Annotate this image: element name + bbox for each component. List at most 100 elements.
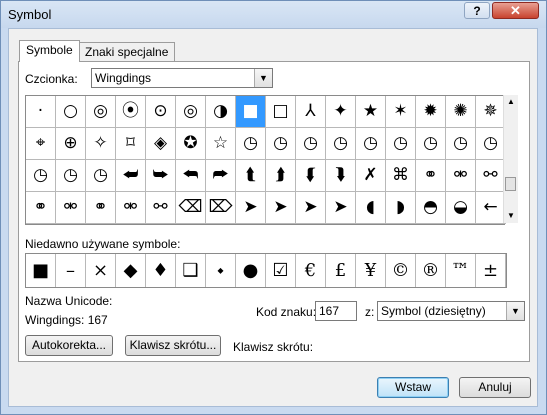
symbol-cell[interactable]: ⚮: [446, 160, 476, 192]
symbol-cell[interactable]: ○: [56, 96, 86, 128]
recent-symbol-cell[interactable]: ™: [446, 254, 476, 287]
symbol-cell[interactable]: ⮭: [266, 160, 296, 192]
symbol-cell[interactable]: ⚭: [26, 192, 56, 224]
cancel-button[interactable]: Anuluj: [459, 377, 531, 398]
symbol-cell[interactable]: ◓: [416, 192, 446, 224]
symbol-cell[interactable]: □: [266, 96, 296, 128]
symbol-cell[interactable]: ✗: [356, 160, 386, 192]
char-code-label: Kod znaku:: [256, 305, 317, 319]
symbol-cell[interactable]: ⮫: [206, 160, 236, 192]
symbol-cell[interactable]: ✦: [326, 96, 356, 128]
symbol-cell[interactable]: ➤: [236, 192, 266, 224]
symbol-cell[interactable]: ◖: [356, 192, 386, 224]
help-button[interactable]: ?: [464, 2, 490, 19]
symbol-cell[interactable]: ⚮: [56, 192, 86, 224]
recent-symbol-cell[interactable]: ■: [26, 254, 56, 287]
tab-symbols[interactable]: Symbole: [19, 40, 80, 62]
symbol-cell[interactable]: ◎: [176, 96, 206, 128]
symbol-cell[interactable]: ⚮: [116, 192, 146, 224]
symbol-cell[interactable]: ⮩: [146, 160, 176, 192]
symbol-cell[interactable]: ✧: [86, 128, 116, 160]
symbol-cell[interactable]: ◷: [296, 128, 326, 160]
symbol-cell[interactable]: ◷: [356, 128, 386, 160]
recent-symbol-cell[interactable]: ♦: [146, 254, 176, 287]
scroll-down-icon[interactable]: ▼: [507, 211, 515, 220]
symbol-cell[interactable]: ➤: [266, 192, 296, 224]
symbol-cell[interactable]: ⦿: [116, 96, 146, 128]
unicode-name-label: Nazwa Unicode:: [25, 294, 113, 308]
shortcut-key-button[interactable]: Klawisz skrótu...: [125, 335, 221, 356]
close-button[interactable]: ✕: [492, 2, 539, 19]
char-code-input[interactable]: 167: [315, 301, 357, 321]
symbol-cell[interactable]: ◷: [86, 160, 116, 192]
symbol-cell[interactable]: ⌑: [116, 128, 146, 160]
recent-symbol-cell[interactable]: €: [296, 254, 326, 287]
symbol-cell[interactable]: ✪: [176, 128, 206, 160]
symbol-cell[interactable]: ⮨: [116, 160, 146, 192]
symbol-cell[interactable]: ◎: [86, 96, 116, 128]
chevron-down-icon[interactable]: ▼: [506, 302, 524, 320]
symbol-cell[interactable]: ✵: [476, 96, 506, 128]
symbol-cell[interactable]: ◗: [386, 192, 416, 224]
symbol-cell[interactable]: ★: [356, 96, 386, 128]
symbol-cell[interactable]: ◈: [146, 128, 176, 160]
symbol-cell[interactable]: ☆: [206, 128, 236, 160]
recent-symbol-cell[interactable]: ❑: [176, 254, 206, 287]
symbol-cell[interactable]: ⊕: [56, 128, 86, 160]
symbol-cell[interactable]: ⚯: [476, 160, 506, 192]
symbol-cell[interactable]: ⌫: [176, 192, 206, 224]
recent-symbol-cell[interactable]: £: [326, 254, 356, 287]
symbol-cell[interactable]: ✺: [446, 96, 476, 128]
symbol-cell[interactable]: ◷: [56, 160, 86, 192]
symbol-cell[interactable]: ✹: [416, 96, 446, 128]
symbol-cell[interactable]: ←: [476, 192, 506, 224]
recent-symbol-cell[interactable]: ☑: [266, 254, 296, 287]
recent-symbol-cell[interactable]: ◆: [116, 254, 146, 287]
symbol-cell[interactable]: ➤: [326, 192, 356, 224]
recent-symbol-cell[interactable]: ±: [476, 254, 506, 287]
symbol-cell[interactable]: ⌦: [206, 192, 236, 224]
recent-symbol-cell[interactable]: ⬩: [206, 254, 236, 287]
font-select[interactable]: Wingdings ▼: [91, 68, 273, 88]
scrollbar-thumb[interactable]: [505, 177, 516, 191]
symbol-cell[interactable]: ◷: [476, 128, 506, 160]
symbol-cell[interactable]: ■: [236, 96, 266, 128]
recent-symbol-cell[interactable]: ●: [236, 254, 266, 287]
symbol-cell[interactable]: ◑: [206, 96, 236, 128]
symbol-cell[interactable]: ✶: [386, 96, 416, 128]
from-select[interactable]: Symbol (dziesiętny) ▼: [377, 301, 525, 321]
recent-symbol-cell[interactable]: ©: [386, 254, 416, 287]
recent-symbol-cell[interactable]: –: [56, 254, 86, 287]
symbol-dialog: Symbol ? ✕ Symbole Znaki specjalne Czcio…: [0, 0, 547, 415]
insert-button[interactable]: Wstaw: [377, 377, 449, 398]
symbol-cell[interactable]: ◷: [26, 160, 56, 192]
symbol-cell[interactable]: ◷: [266, 128, 296, 160]
symbol-cell[interactable]: ◷: [326, 128, 356, 160]
symbol-cell[interactable]: ⚭: [86, 192, 116, 224]
autocorrect-button[interactable]: Autokorekta...: [25, 335, 113, 356]
symbol-cell[interactable]: ⅄: [296, 96, 326, 128]
symbol-cell[interactable]: ⌖: [26, 128, 56, 160]
recent-symbol-cell[interactable]: ¥: [356, 254, 386, 287]
recent-symbol-cell[interactable]: ®: [416, 254, 446, 287]
symbol-cell[interactable]: ◷: [236, 128, 266, 160]
symbol-grid-scrollbar[interactable]: ▲ ▼: [503, 95, 518, 223]
symbol-cell[interactable]: ◒: [446, 192, 476, 224]
symbol-cell[interactable]: ◷: [446, 128, 476, 160]
symbol-cell[interactable]: ⮮: [296, 160, 326, 192]
symbol-cell[interactable]: ⌘: [386, 160, 416, 192]
symbol-cell[interactable]: ➤: [296, 192, 326, 224]
symbol-cell[interactable]: ·: [26, 96, 56, 128]
scroll-up-icon[interactable]: ▲: [507, 97, 515, 106]
symbol-cell[interactable]: ◷: [416, 128, 446, 160]
symbol-cell[interactable]: ⚭: [416, 160, 446, 192]
tab-special-characters[interactable]: Znaki specjalne: [78, 42, 176, 62]
symbol-cell[interactable]: ⮪: [176, 160, 206, 192]
symbol-cell[interactable]: ⚯: [146, 192, 176, 224]
chevron-down-icon[interactable]: ▼: [254, 69, 272, 87]
symbol-cell[interactable]: ⮬: [236, 160, 266, 192]
symbol-cell[interactable]: ⮯: [326, 160, 356, 192]
symbol-cell[interactable]: ◷: [386, 128, 416, 160]
symbol-cell[interactable]: ⊙: [146, 96, 176, 128]
recent-symbol-cell[interactable]: ×: [86, 254, 116, 287]
